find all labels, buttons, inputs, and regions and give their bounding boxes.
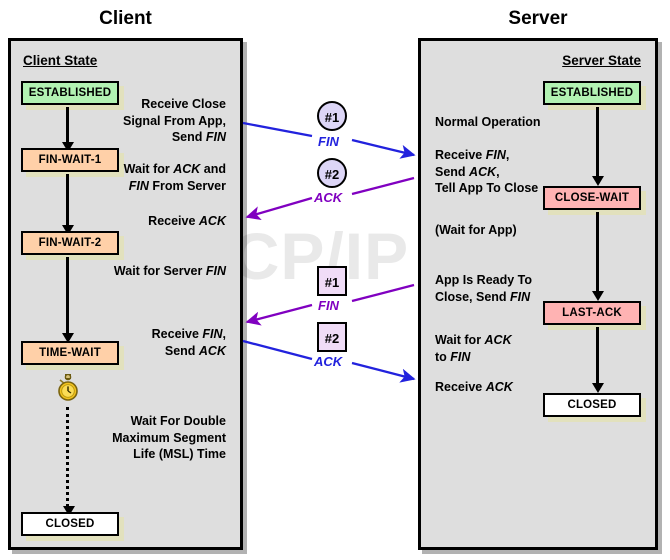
server-flow-arrow-3 — [591, 327, 604, 393]
client-state-closed: CLOSED — [21, 512, 119, 536]
client-note-wait-2msl: Wait For Double Maximum Segment Life (MSL)… — [112, 414, 226, 461]
client-note-receive-close-signal: Receive Close Signal From App, Send FIN — [122, 97, 226, 144]
arrow-ack-2-right-segment — [351, 176, 415, 196]
client-note-wait-ack-fin: Wait for ACK and FIN From Server — [123, 162, 226, 193]
server-note-receive-ack: Receive ACK — [435, 380, 513, 394]
server-flow-arrow-2 — [591, 212, 604, 301]
server-state-closed: CLOSED — [543, 393, 641, 417]
server-note-app-ready-close: App Is Ready To Close, Send FIN — [435, 273, 533, 304]
message-label-fin-1: FIN — [318, 134, 339, 149]
server-note-normal-operation: Normal Operation — [435, 115, 541, 129]
client-state-fin-wait-2: FIN-WAIT-2 — [21, 231, 119, 255]
client-note-receive-ack: Receive ACK — [148, 214, 226, 228]
message-marker-1-fin-second: #1 — [317, 266, 347, 296]
arrow-fin-1-right-segment — [351, 138, 416, 159]
server-panel: Server State ESTABLISHED CLOSE-WAIT LAST… — [418, 38, 658, 550]
client-panel: Client State ESTABLISHED FIN-WAIT-1 FIN-… — [8, 38, 243, 550]
server-flow-arrow-1 — [591, 107, 604, 186]
message-marker-2-ack: #2 — [317, 158, 347, 188]
server-column-title: Server — [508, 8, 568, 29]
server-state-established: ESTABLISHED — [543, 81, 641, 105]
server-note-receive-fin-send-ack: Receive FIN, Send ACK, Tell App To Close — [435, 148, 539, 195]
arrow-ack-4-left-segment — [242, 339, 313, 361]
arrow-ack-4-right-segment — [351, 361, 416, 383]
arrow-ack-2-left-segment — [245, 196, 313, 221]
message-label-fin-2: FIN — [318, 298, 339, 313]
message-label-ack-2: ACK — [314, 190, 343, 205]
arrow-fin-2-left-segment — [245, 303, 313, 326]
client-note-receive-fin-send-ack: Receive FIN, Send ACK — [151, 327, 226, 358]
tcp-connection-termination-diagram: The TCP/IP Guide Client Server Client St… — [0, 0, 670, 560]
message-label-ack-4: ACK — [314, 354, 343, 369]
message-marker-1-fin: #1 — [317, 101, 347, 131]
server-state-heading: Server State — [562, 53, 641, 68]
arrow-fin-1-left-segment — [242, 121, 313, 138]
message-marker-2-ack-second: #2 — [317, 322, 347, 352]
server-note-wait-for-app: (Wait for App) — [435, 223, 517, 237]
client-note-wait-server-fin: Wait for Server FIN — [113, 264, 226, 278]
server-note-wait-ack-to-fin: Wait for ACK to FIN — [435, 333, 512, 364]
client-state-heading: Client State — [23, 53, 98, 68]
client-column-title: Client — [99, 8, 152, 29]
stopwatch-icon — [56, 373, 80, 402]
